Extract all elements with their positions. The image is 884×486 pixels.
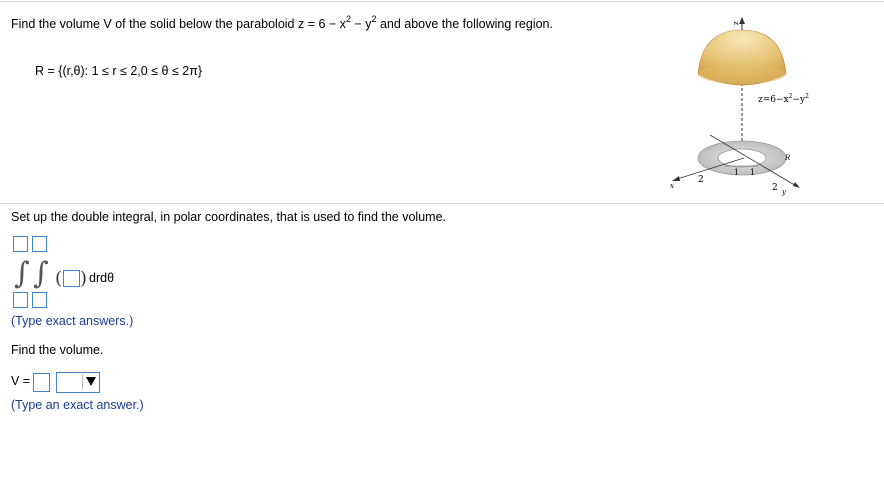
volume-input[interactable] bbox=[33, 373, 50, 392]
left-paren: ( bbox=[55, 268, 63, 289]
integral-hint: (Type exact answers.) bbox=[11, 314, 134, 328]
region-definition: R = {(r,θ): 1 ≤ r ≤ 2,0 ≤ θ ≤ 2π} bbox=[35, 64, 203, 78]
x-tick-label: 2 bbox=[698, 175, 704, 185]
x-axis-label: x bbox=[670, 182, 674, 190]
outer-upper-limit-input[interactable] bbox=[13, 236, 28, 252]
inner-tick-1: 1 bbox=[734, 168, 739, 177]
outer-lower-limit-input[interactable] bbox=[13, 292, 28, 308]
integral-prompt: Set up the double integral, in polar coo… bbox=[11, 210, 446, 224]
problem-statement: Find the volume V of the solid below the… bbox=[11, 15, 571, 32]
problem-text-b: − y bbox=[350, 17, 372, 31]
right-paren: ) bbox=[80, 268, 88, 289]
problem-text-a: Find the volume V of the solid below the… bbox=[11, 17, 346, 31]
section-divider bbox=[0, 203, 884, 204]
dropdown-arrow-icon[interactable] bbox=[86, 377, 96, 386]
inner-lower-limit-input[interactable] bbox=[32, 292, 47, 308]
paraboloid-figure: z 6 z=6−x2−y2 R x 2 y 2 1 1 bbox=[670, 17, 809, 196]
region-label: R bbox=[784, 154, 791, 162]
inner-integral-sign: ∫ bbox=[33, 256, 49, 291]
inner-tick-2: 1 bbox=[750, 168, 755, 177]
top-divider bbox=[0, 1, 884, 2]
problem-text-c: and above the following region. bbox=[376, 17, 553, 31]
y-axis-label: y bbox=[781, 188, 787, 196]
v-label: V = bbox=[11, 374, 31, 388]
surface-label: z=6−x2−y2 bbox=[758, 93, 809, 105]
outer-integral-sign: ∫ bbox=[14, 256, 30, 291]
inner-upper-limit-input[interactable] bbox=[32, 236, 47, 252]
integrand-input[interactable] bbox=[63, 270, 80, 287]
volume-prompt: Find the volume. bbox=[11, 343, 104, 357]
z-axis-label: z bbox=[732, 21, 740, 25]
y-tick-label: 2 bbox=[772, 183, 778, 193]
units-dropdown[interactable] bbox=[56, 372, 100, 393]
volume-hint: (Type an exact answer.) bbox=[11, 398, 144, 412]
differential-label: drdθ bbox=[89, 271, 115, 285]
